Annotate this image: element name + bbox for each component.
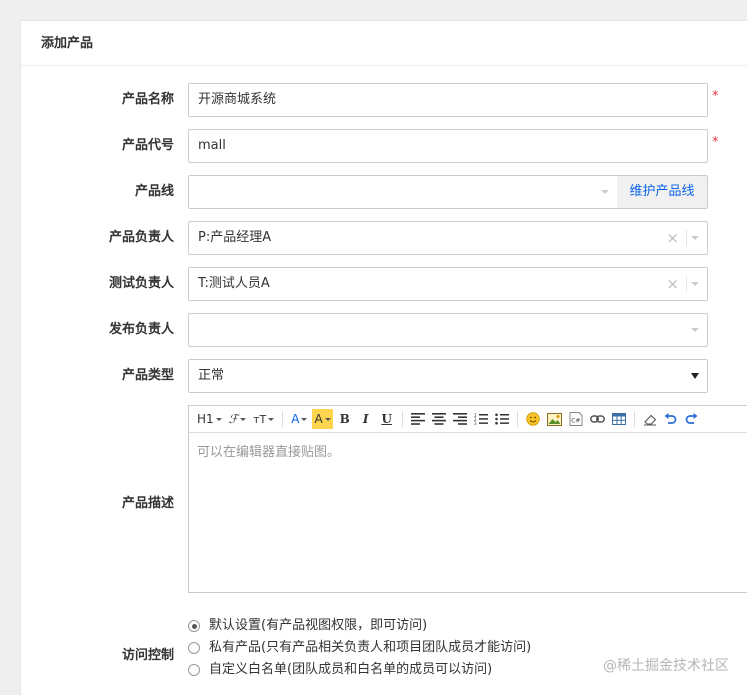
acl-option-default-label: 默认设置(有产品视图权限，即可访问) <box>209 618 428 633</box>
table-icon[interactable] <box>610 409 628 429</box>
product-type-value: 正常 <box>198 368 225 383</box>
acl-option-default[interactable]: 默认设置(有产品视图权限，即可访问) <box>188 615 531 637</box>
product-desc-label: 产品描述 <box>121 496 174 511</box>
product-code-row: 产品代号 mall * <box>21 129 747 163</box>
product-type-select[interactable]: 正常 <box>188 359 708 393</box>
svg-text:C#: C# <box>571 418 580 425</box>
unordered-list-icon[interactable] <box>493 409 511 429</box>
radio-unchecked-icon[interactable] <box>188 664 200 676</box>
qa-owner-value: T:测试人员A <box>198 276 270 291</box>
watermark: @稀土掘金技术社区 <box>603 658 729 674</box>
required-mark: * <box>712 89 719 104</box>
chevron-down-icon <box>601 190 609 194</box>
bold-button[interactable]: B <box>336 409 354 429</box>
qa-owner-select[interactable]: T:测试人员A × <box>188 267 708 301</box>
redo-icon[interactable] <box>683 409 701 429</box>
editor-placeholder: 可以在编辑器直接贴图。 <box>197 445 341 460</box>
add-product-panel: 添加产品 产品名称 开源商城系统 * 产品代号 mall * 产品线 维护产品线… <box>20 20 747 695</box>
qa-owner-row: 测试负责人 T:测试人员A × <box>21 267 747 301</box>
clear-icon[interactable]: × <box>666 222 679 254</box>
emoticon-icon[interactable] <box>524 409 542 429</box>
caret-down-icon <box>691 373 699 379</box>
product-name-row: 产品名称 开源商城系统 * <box>21 83 747 117</box>
product-name-value: 开源商城系统 <box>198 92 277 107</box>
product-owner-row: 产品负责人 P:产品经理A × <box>21 221 747 255</box>
acl-option-private[interactable]: 私有产品(只有产品相关负责人和项目团队成员才能访问) <box>188 637 531 659</box>
release-owner-label: 发布负责人 <box>108 322 174 337</box>
select-divider <box>686 230 687 246</box>
select-divider <box>686 276 687 292</box>
qa-owner-label: 测试负责人 <box>108 276 174 291</box>
product-name-label: 产品名称 <box>121 92 174 107</box>
align-center-icon[interactable] <box>430 409 448 429</box>
required-mark: * <box>712 135 719 150</box>
product-type-label: 产品类型 <box>121 368 174 383</box>
align-right-icon[interactable] <box>451 409 469 429</box>
product-owner-value: P:产品经理A <box>198 230 272 245</box>
product-code-label: 产品代号 <box>121 138 174 153</box>
product-owner-label: 产品负责人 <box>108 230 174 245</box>
eraser-icon[interactable] <box>641 409 659 429</box>
chevron-down-icon <box>691 236 699 240</box>
italic-button[interactable]: I <box>357 409 375 429</box>
svg-text:3: 3 <box>474 421 477 425</box>
toolbar-divider <box>633 411 635 427</box>
code-icon[interactable]: C# <box>567 409 585 429</box>
product-line-row: 产品线 维护产品线 <box>21 175 747 209</box>
product-code-input[interactable]: mall <box>188 129 708 163</box>
link-icon[interactable] <box>588 409 607 429</box>
product-name-input[interactable]: 开源商城系统 <box>188 83 708 117</box>
underline-button[interactable]: U <box>378 409 396 429</box>
product-code-value: mall <box>198 138 226 153</box>
release-owner-row: 发布负责人 <box>21 313 747 347</box>
product-line-label: 产品线 <box>134 184 174 199</box>
product-type-row: 产品类型 正常 <box>21 359 747 393</box>
chevron-down-icon <box>691 328 699 332</box>
acl-option-whitelist-label: 自定义白名单(团队成员和白名单的成员可以访问) <box>209 662 493 677</box>
font-size-button[interactable]: тT <box>251 409 276 429</box>
maintain-product-line-button[interactable]: 维护产品线 <box>617 175 708 209</box>
radio-unchecked-icon[interactable] <box>188 642 200 654</box>
toolbar-divider <box>516 411 518 427</box>
product-line-select[interactable] <box>188 175 618 209</box>
access-control-label: 访问控制 <box>121 648 174 663</box>
highlight-color-button[interactable]: A <box>312 409 333 429</box>
rich-text-editor[interactable]: H1 ℱ тT A A B I U 123 C# 可以在编辑器直接贴图。 <box>188 405 747 593</box>
radio-checked-icon[interactable] <box>188 620 200 632</box>
toolbar-divider <box>401 411 403 427</box>
toolbar-divider <box>282 411 284 427</box>
acl-option-whitelist[interactable]: 自定义白名单(团队成员和白名单的成员可以访问) <box>188 659 531 681</box>
align-left-icon[interactable] <box>409 409 427 429</box>
panel-title: 添加产品 <box>21 21 747 66</box>
heading-button[interactable]: H1 <box>195 409 224 429</box>
undo-icon[interactable] <box>662 409 680 429</box>
product-owner-select[interactable]: P:产品经理A × <box>188 221 708 255</box>
font-color-button[interactable]: A <box>289 409 309 429</box>
image-icon[interactable] <box>545 409 564 429</box>
editor-toolbar: H1 ℱ тT A A B I U 123 C# <box>189 406 747 433</box>
chevron-down-icon <box>691 282 699 286</box>
font-family-button[interactable]: ℱ <box>227 409 248 429</box>
release-owner-select[interactable] <box>188 313 708 347</box>
clear-icon[interactable]: × <box>666 268 679 300</box>
acl-option-private-label: 私有产品(只有产品相关负责人和项目团队成员才能访问) <box>209 640 532 655</box>
ordered-list-icon[interactable]: 123 <box>472 409 490 429</box>
access-control-radio-group: 默认设置(有产品视图权限，即可访问) 私有产品(只有产品相关负责人和项目团队成员… <box>188 615 531 681</box>
